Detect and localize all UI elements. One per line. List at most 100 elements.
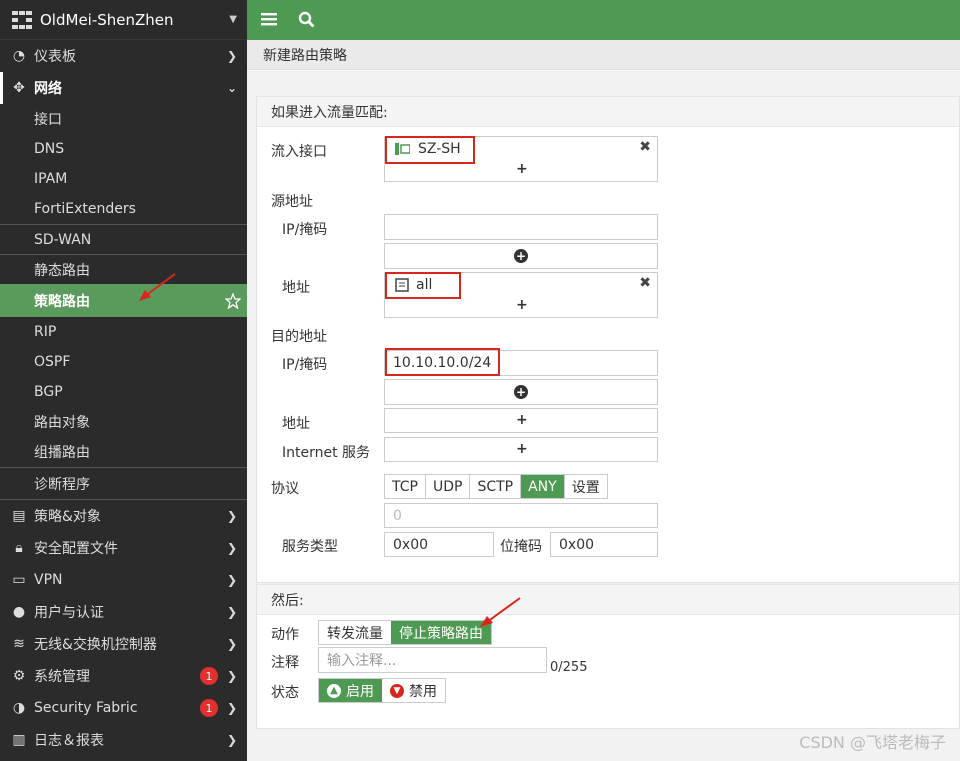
add-circle-icon[interactable]: + xyxy=(514,385,528,399)
sidebar-sub-rip[interactable]: RIP xyxy=(0,317,247,347)
sidebar-sub-ipam[interactable]: IPAM xyxy=(0,164,247,194)
sidebar-sub-fortiextenders[interactable]: FortiExtenders xyxy=(0,194,247,224)
sidebar-item-label: 系统管理 xyxy=(34,669,90,685)
chart-icon: ▥ xyxy=(12,732,26,748)
sidebar-item-label: 仪表板 xyxy=(34,49,76,65)
menu-icon[interactable] xyxy=(261,11,277,27)
sidebar-item-users[interactable]: ● 用户与认证 ❯ xyxy=(0,596,247,628)
status-disable[interactable]: ▼ 禁用 xyxy=(382,679,445,702)
watermark: CSDN @飞塔老梅子 xyxy=(799,733,946,752)
content-area: 如果进入流量匹配: 流入接口 ✖ + SZ-SH 源地址 IP/掩码 + 地址 … xyxy=(247,71,960,761)
sidebar-sub-dns[interactable]: DNS xyxy=(0,134,247,164)
sidebar-item-policy-objects[interactable]: ▤ 策略&对象 ❯ xyxy=(0,500,247,532)
remove-icon[interactable]: ✖ xyxy=(639,139,651,155)
network-icon: ✥ xyxy=(13,80,25,96)
sidebar-item-label: 网络 xyxy=(34,81,62,97)
comment-textarea[interactable]: 输入注释... xyxy=(318,647,547,673)
action-selector[interactable]: 转发流量 停止策略路由 xyxy=(318,620,492,645)
chevron-right-icon: ❯ xyxy=(226,49,237,63)
protocol-sctp[interactable]: SCTP xyxy=(470,475,522,498)
sidebar-sub-routing-objects[interactable]: 路由对象 xyxy=(0,407,247,437)
add-icon[interactable]: + xyxy=(516,161,528,177)
sidebar-item-security-profiles[interactable]: 🔒︎ 安全配置文件 ❯ xyxy=(0,532,247,564)
add-icon[interactable]: + xyxy=(516,441,528,457)
sidebar-sub-ospf[interactable]: OSPF xyxy=(0,347,247,377)
protocol-selector[interactable]: TCP UDP SCTP ANY 设置 xyxy=(384,474,608,499)
annotation-arrow-icon xyxy=(139,273,176,301)
sidebar-sub-policy-routes[interactable]: 策略路由 xyxy=(0,284,247,317)
tos-input[interactable]: 0x00 xyxy=(384,532,494,557)
wifi-icon: ≋ xyxy=(13,636,25,652)
caret-down-icon: ▼ xyxy=(229,14,237,25)
fortinet-logo-icon xyxy=(12,10,32,29)
internet-service-field[interactable]: + xyxy=(384,437,658,462)
sidebar-sub-sdwan[interactable]: SD-WAN xyxy=(0,224,247,254)
remove-icon[interactable]: ✖ xyxy=(639,275,651,291)
source-ipmask-input[interactable] xyxy=(384,214,658,240)
down-arrow-circle-icon: ▼ xyxy=(390,683,404,698)
add-icon[interactable]: + xyxy=(516,297,528,313)
protocol-specify[interactable]: 设置 xyxy=(565,475,607,498)
sidebar-item-wifi-switch[interactable]: ≋ 无线&交换机控制器 ❯ xyxy=(0,628,247,660)
action-label: 动作 xyxy=(271,627,299,643)
chevron-right-icon: ❯ xyxy=(226,509,237,523)
user-icon: ● xyxy=(12,604,26,620)
status-toggle[interactable]: ▲ 启用 ▼ 禁用 xyxy=(318,678,446,703)
chevron-right-icon: ❯ xyxy=(226,701,237,715)
interface-icon xyxy=(395,143,410,155)
sidebar-item-label: 无线&交换机控制器 xyxy=(34,637,157,653)
sidebar-item-log-report[interactable]: ▥ 日志＆报表 ❯ xyxy=(0,724,247,756)
dest-address-field[interactable]: + xyxy=(384,408,658,433)
sidebar-item-vpn[interactable]: ▭ VPN ❯ xyxy=(0,564,247,596)
star-icon[interactable] xyxy=(225,292,241,309)
source-ipmask-label: IP/掩码 xyxy=(282,222,328,238)
sidebar: OldMei-ShenZhen ▼ ◔ 仪表板 ❯ ✥ 网络 ⌄ 接口 DNS … xyxy=(0,0,247,761)
sidebar-item-label: 日志＆报表 xyxy=(34,733,104,749)
status-enable[interactable]: ▲ 启用 xyxy=(319,679,382,702)
policy-icon: ▤ xyxy=(12,508,26,524)
chevron-right-icon: ❯ xyxy=(226,605,237,619)
sidebar-item-network[interactable]: ✥ 网络 ⌄ xyxy=(0,72,247,104)
sidebar-item-label: VPN xyxy=(34,572,63,588)
protocol-tcp[interactable]: TCP xyxy=(385,475,426,498)
sidebar-item-label: 策略&对象 xyxy=(34,509,101,525)
dest-ipmask-label: IP/掩码 xyxy=(282,357,328,373)
sidebar-item-security-fabric[interactable]: ◑ Security Fabric 1 ❯ xyxy=(0,692,247,724)
lock-icon: 🔒︎ xyxy=(15,540,23,556)
top-bar xyxy=(247,0,960,40)
sidebar-sub-static-routes[interactable]: 静态路由 xyxy=(0,254,247,284)
chevron-right-icon: ❯ xyxy=(226,541,237,555)
sidebar-item-system[interactable]: ⚙ 系统管理 1 ❯ xyxy=(0,660,247,692)
internet-service-label: Internet 服务 xyxy=(282,445,371,461)
sidebar-item-label: 安全配置文件 xyxy=(34,541,118,557)
protocol-udp[interactable]: UDP xyxy=(426,475,471,498)
search-icon[interactable] xyxy=(298,11,315,28)
destination-address-label: 目的地址 xyxy=(271,329,327,345)
dest-add-row[interactable]: + xyxy=(384,379,658,405)
status-label: 状态 xyxy=(271,685,299,701)
dashboard-icon: ◔ xyxy=(12,48,26,64)
highlight-box xyxy=(385,348,500,376)
chevron-right-icon: ❯ xyxy=(226,733,237,747)
incoming-interface-value: SZ-SH xyxy=(418,141,461,157)
address-icon xyxy=(395,278,409,292)
action-forward[interactable]: 转发流量 xyxy=(319,621,391,644)
tos-label: 服务类型 xyxy=(282,539,338,555)
sidebar-sub-multicast[interactable]: 组播路由 xyxy=(0,437,247,467)
protocol-any[interactable]: ANY xyxy=(521,475,565,498)
sidebar-sub-diagnostics[interactable]: 诊断程序 xyxy=(0,467,247,500)
sidebar-item-label: 用户与认证 xyxy=(34,605,104,621)
bitmask-input[interactable]: 0x00 xyxy=(550,532,658,557)
add-circle-icon[interactable]: + xyxy=(514,249,528,263)
fabric-icon: ◑ xyxy=(12,700,26,716)
chevron-right-icon: ❯ xyxy=(226,669,237,683)
source-address-value: all xyxy=(416,277,433,293)
sidebar-sub-bgp[interactable]: BGP xyxy=(0,377,247,407)
sidebar-sub-label: 策略路由 xyxy=(34,293,90,310)
sidebar-sub-interfaces[interactable]: 接口 xyxy=(0,104,247,134)
add-icon[interactable]: + xyxy=(516,412,528,428)
source-add-row[interactable]: + xyxy=(384,243,658,269)
sidebar-item-dashboard[interactable]: ◔ 仪表板 ❯ xyxy=(0,40,247,72)
device-name: OldMei-ShenZhen xyxy=(40,10,174,29)
device-selector[interactable]: OldMei-ShenZhen ▼ xyxy=(0,0,247,40)
